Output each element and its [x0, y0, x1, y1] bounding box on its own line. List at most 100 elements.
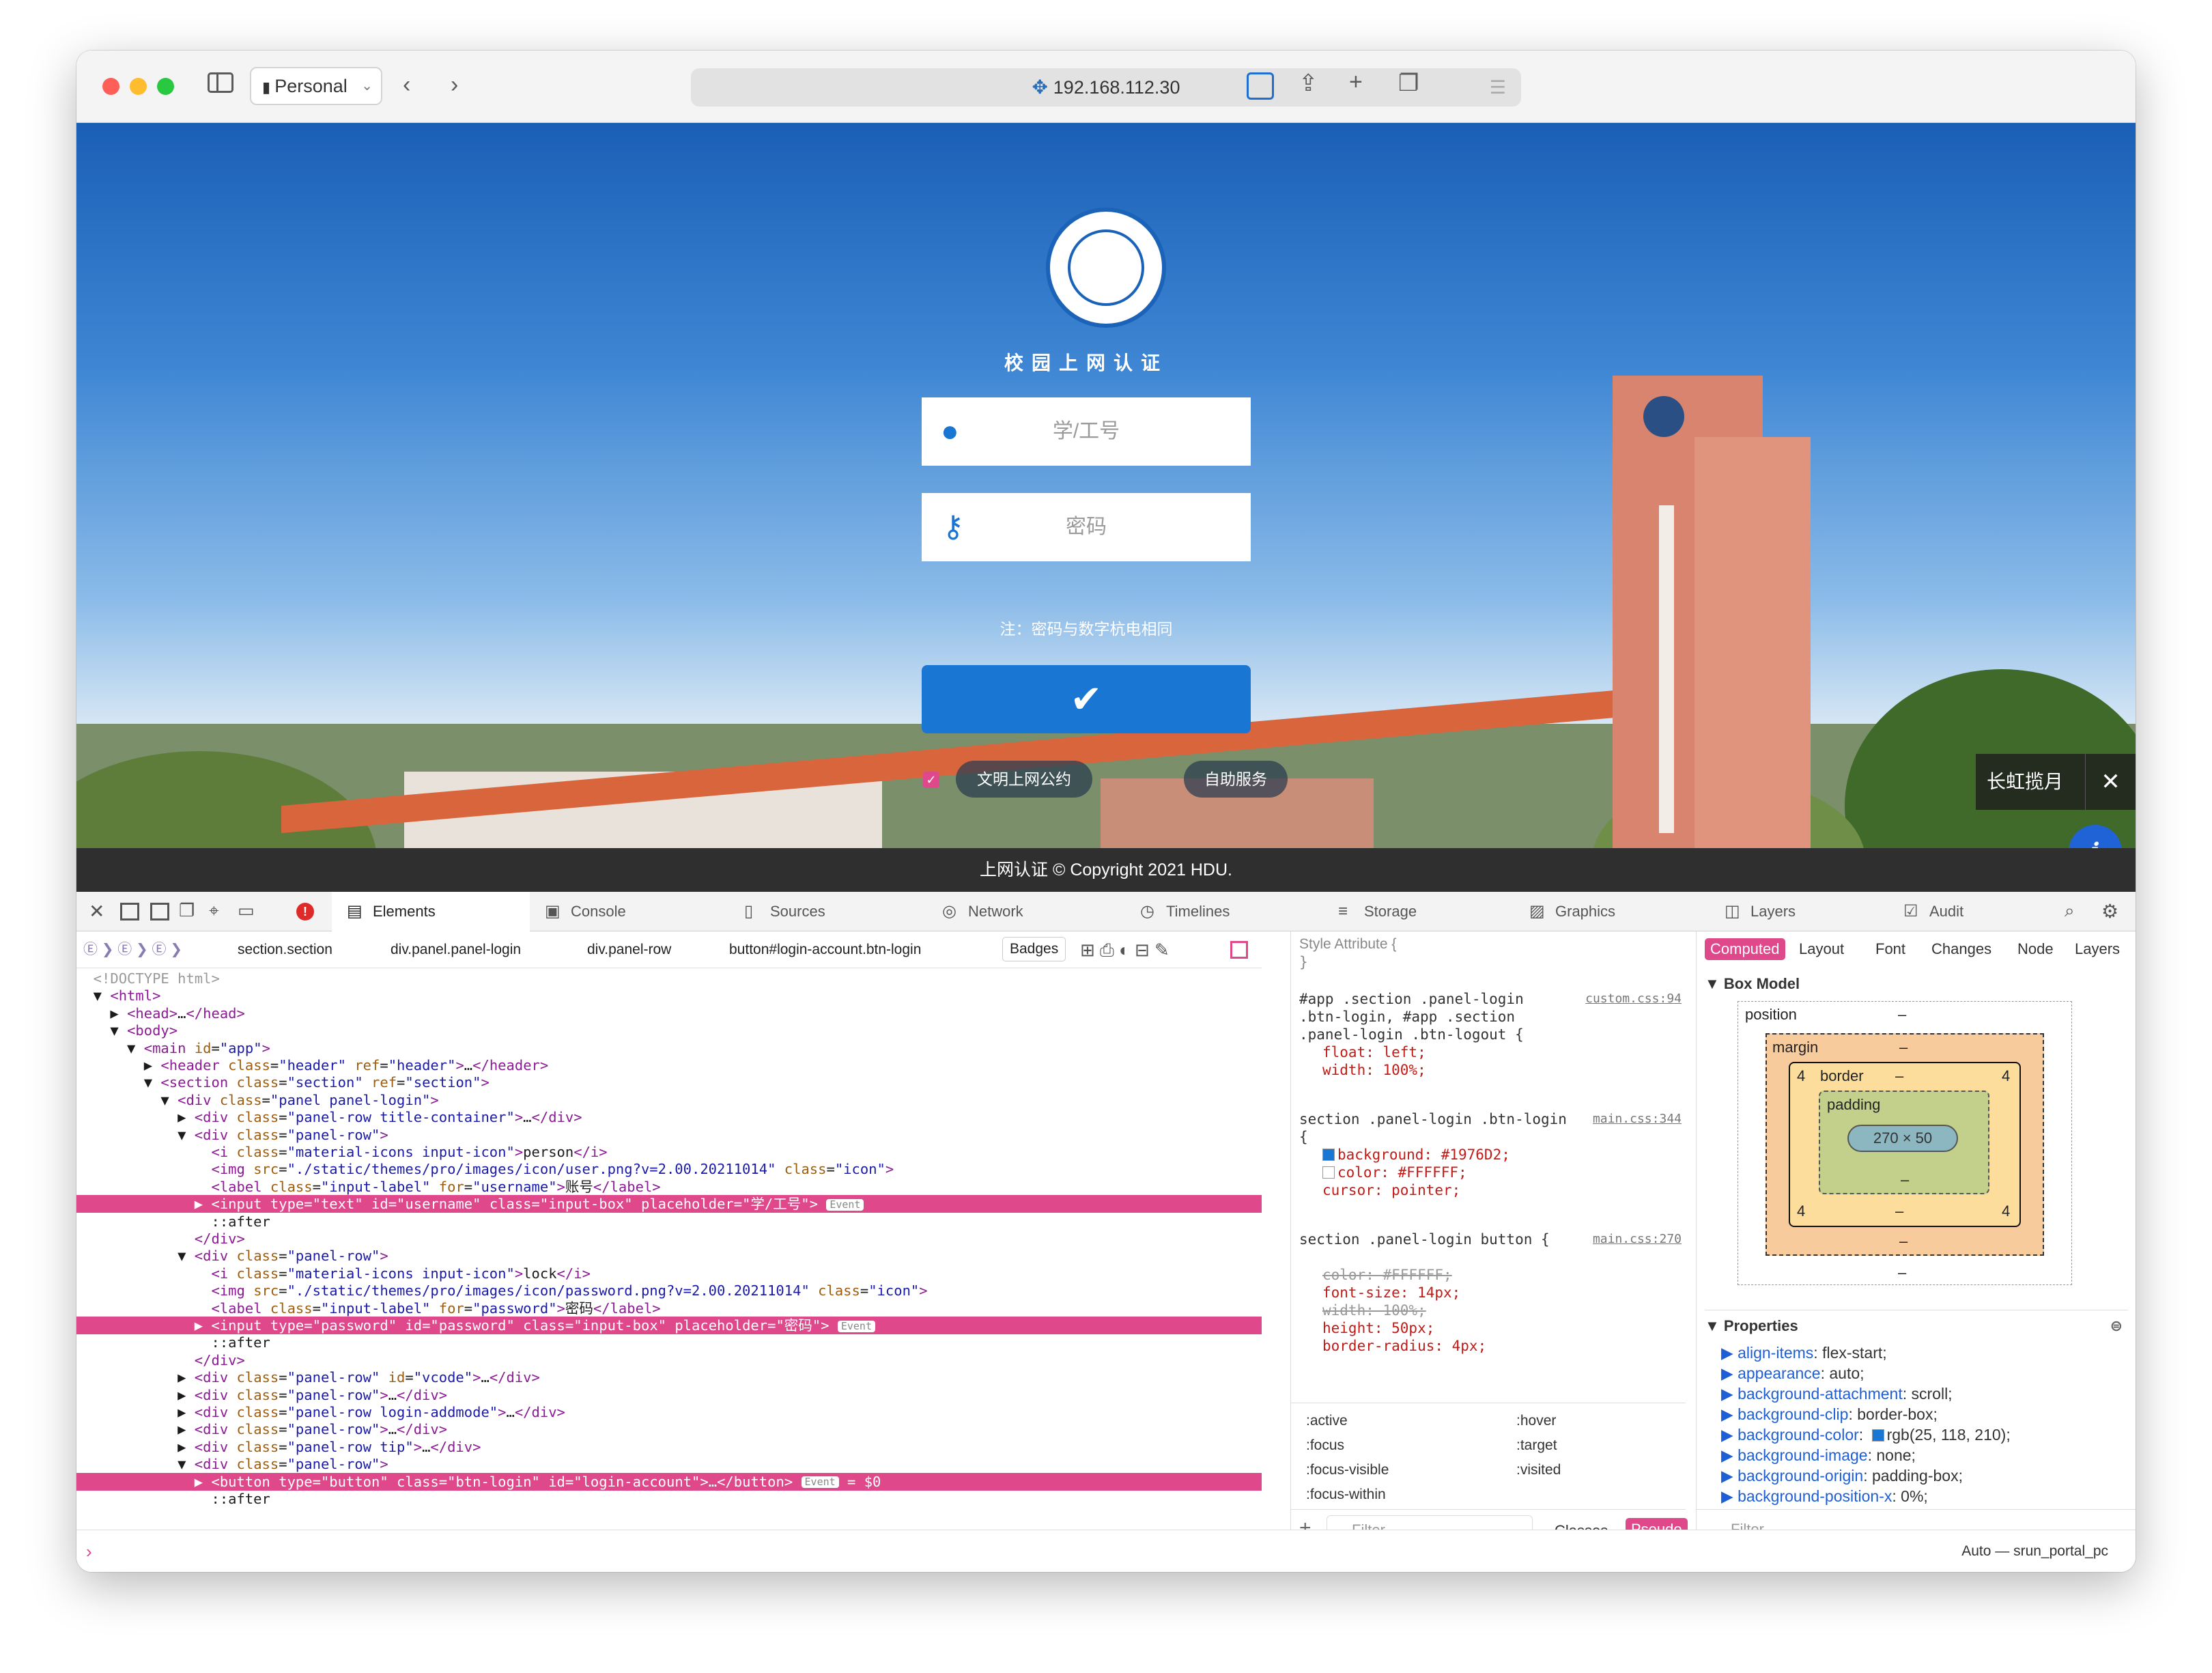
extension-icon[interactable]	[1247, 72, 1274, 100]
computed-property[interactable]: ▶ background-attachment: scroll;	[1721, 1383, 1953, 1404]
tab-console[interactable]: ▣ Console	[530, 892, 729, 931]
pseudo-active[interactable]: :active	[1306, 1413, 1348, 1429]
color-swatch[interactable]	[1322, 1166, 1335, 1179]
dom-node-line[interactable]: ::after	[76, 1213, 1262, 1231]
sidebar-toggle-icon[interactable]	[1230, 941, 1248, 959]
dom-node-line[interactable]: ▶ <header class="header" ref="header">…<…	[76, 1056, 1262, 1074]
computed-property[interactable]: ▶ align-items: flex-start;	[1721, 1342, 1887, 1363]
computed-property[interactable]: ▶ background-origin: padding-box;	[1721, 1465, 1963, 1486]
search-icon[interactable]: ⌕	[2065, 900, 2075, 922]
dom-node-line[interactable]: ▶ <div class="panel-row">…</div>	[76, 1420, 1262, 1438]
tab-storage[interactable]: ≡ Storage	[1323, 892, 1514, 931]
new-tab-icon[interactable]: +	[1349, 68, 1363, 96]
close-window-button[interactable]	[102, 78, 119, 95]
color-swatch[interactable]	[1322, 1149, 1335, 1161]
breadcrumb-item-section[interactable]: section.section	[238, 931, 332, 968]
dock-side-icon[interactable]	[150, 903, 169, 920]
tab-graphics[interactable]: ▨ Graphics	[1514, 892, 1710, 931]
profile-selector[interactable]: ▮ Personal ⌄	[250, 67, 382, 105]
breadcrumb-item-login-button[interactable]: button#login-account.btn-login	[729, 931, 921, 968]
tab-layers-side[interactable]: Layers	[2075, 938, 2120, 960]
tab-timelines[interactable]: ◷ Timelines	[1125, 892, 1323, 931]
forward-icon[interactable]: ›	[451, 71, 458, 98]
computed-property[interactable]: ▶ appearance: auto;	[1721, 1363, 1864, 1383]
layout-tools-icon[interactable]: ⊞ ⎙ ◐ ⊟ ✎	[1080, 931, 1169, 968]
tab-layout[interactable]: Layout	[1799, 938, 1844, 960]
rule-3-prop-3[interactable]: width: 100%;	[1322, 1302, 1705, 1319]
dom-node-line[interactable]: ▶ <div class="panel-row" id="vcode">…</d…	[76, 1368, 1262, 1386]
close-inspector-icon[interactable]: ✕	[89, 900, 104, 923]
dock-bottom-icon[interactable]	[120, 903, 139, 920]
color-swatch[interactable]	[1871, 1429, 1884, 1442]
pseudo-focus-within[interactable]: :focus-within	[1306, 1487, 1386, 1503]
execution-context-selector[interactable]: Auto — srun_portal_pc	[1961, 1530, 2108, 1572]
event-badge[interactable]: Event	[826, 1198, 864, 1211]
dom-node-line[interactable]: ▼ <div class="panel-row">	[76, 1247, 1262, 1265]
settings-gear-icon[interactable]: ⚙	[2101, 900, 2118, 923]
dom-node-line[interactable]: <img src="./static/themes/pro/images/ico…	[76, 1160, 1262, 1178]
badges-button[interactable]: Badges	[1002, 937, 1066, 961]
rule-2-prop-2[interactable]: color: #FFFFFF;	[1322, 1164, 1705, 1181]
dom-tree[interactable]: <!DOCTYPE html> ▼ <html> ▶ <head>…</head…	[76, 968, 1264, 1515]
rule-2-prop-3[interactable]: cursor: pointer;	[1322, 1181, 1705, 1199]
computed-property[interactable]: ▶ background-color: rgb(25, 118, 210);	[1721, 1424, 2011, 1445]
tab-layers[interactable]: ◫ Layers	[1710, 892, 1888, 931]
filter-list-icon[interactable]: ⊜	[2110, 1317, 2123, 1335]
username-input[interactable]: ● 学/工号	[922, 397, 1251, 466]
back-icon[interactable]: ‹	[403, 71, 410, 98]
properties-header[interactable]: ▼ Properties ⊜	[1705, 1310, 2128, 1335]
dom-node-line[interactable]: ▼ <main id="app">	[76, 1039, 1262, 1057]
dom-node-line[interactable]: ▶ <input type="text" id="username" class…	[76, 1195, 1262, 1213]
dom-node-line[interactable]: ▶ <div class="panel-row login-addmode">……	[76, 1403, 1262, 1421]
self-service-link[interactable]: 自助服务	[1184, 761, 1288, 798]
rule-3-prop-1[interactable]: color: #FFFFFF;	[1322, 1266, 1705, 1284]
pseudo-visited[interactable]: :visited	[1516, 1462, 1561, 1478]
rule-1-prop-1[interactable]: float: left;	[1322, 1043, 1705, 1061]
breadcrumb-item-panel-login[interactable]: div.panel.panel-login	[391, 931, 521, 968]
reader-icon[interactable]: ☰	[1490, 68, 1506, 107]
password-input[interactable]: ⚷ 密码	[922, 493, 1251, 561]
dom-node-line[interactable]: <!DOCTYPE html>	[76, 970, 1262, 987]
dom-node-line[interactable]: ▼ <body>	[76, 1022, 1262, 1039]
tab-sources[interactable]: ▯ Sources	[729, 892, 927, 931]
dom-node-line[interactable]: <label class="input-label" for="username…	[76, 1178, 1262, 1196]
rule-3-prop-4[interactable]: height: 50px;	[1322, 1319, 1705, 1337]
agreement-checkbox[interactable]: ✓	[923, 772, 939, 788]
pseudo-target[interactable]: :target	[1516, 1437, 1557, 1454]
tab-computed[interactable]: Computed	[1705, 938, 1785, 960]
dom-node-line[interactable]: ▶ <div class="panel-row">…</div>	[76, 1386, 1262, 1404]
dom-node-line[interactable]: </div>	[76, 1351, 1262, 1369]
dom-node-line[interactable]: ▶ <div class="panel-row title-container"…	[76, 1108, 1262, 1126]
tab-network[interactable]: ◎ Network	[927, 892, 1125, 931]
music-player[interactable]: 长虹揽月 ✕	[1976, 754, 2136, 810]
dom-node-line[interactable]: ▼ <div class="panel-row">	[76, 1126, 1262, 1144]
tab-node[interactable]: Node	[2017, 938, 2054, 960]
computed-property[interactable]: ▶ background-position-x: 0%;	[1721, 1486, 1928, 1506]
dom-node-line[interactable]: <i class="material-icons input-icon">per…	[76, 1143, 1262, 1161]
dom-node-line[interactable]: <label class="input-label" for="password…	[76, 1299, 1262, 1317]
dom-node-line[interactable]: ▼ <div class="panel-row">	[76, 1455, 1262, 1473]
pseudo-hover[interactable]: :hover	[1516, 1413, 1556, 1429]
dom-node-line[interactable]: ▼ <html>	[76, 987, 1262, 1004]
dom-node-line[interactable]: ::after	[76, 1334, 1262, 1351]
rule-1-prop-2[interactable]: width: 100%;	[1322, 1061, 1705, 1079]
rule-3-prop-5[interactable]: border-radius: 4px;	[1322, 1337, 1705, 1355]
style-attribute[interactable]: Style Attribute {	[1299, 936, 1682, 953]
dom-node-line[interactable]: ▼ <div class="panel panel-login">	[76, 1091, 1262, 1109]
breadcrumb-element-icon[interactable]: Ⓔ ❯ Ⓔ ❯ Ⓔ ❯	[83, 931, 182, 968]
dom-node-line[interactable]: <i class="material-icons input-icon">loc…	[76, 1265, 1262, 1282]
tab-elements[interactable]: ▤ Elements	[332, 892, 530, 931]
music-close-icon[interactable]: ✕	[2085, 754, 2136, 810]
dom-node-line[interactable]: </div>	[76, 1230, 1262, 1248]
detach-icon[interactable]: ❐	[179, 900, 195, 921]
login-button[interactable]: ✔	[922, 665, 1251, 733]
sidebar-toggle-icon[interactable]	[208, 72, 233, 93]
computed-property[interactable]: ▶ background-clip: border-box;	[1721, 1404, 1938, 1424]
rule-2-prop-1[interactable]: background: #1976D2;	[1322, 1146, 1705, 1164]
agreement-link[interactable]: 文明上网公约	[956, 761, 1092, 798]
dom-node-line[interactable]: ▶ <head>…</head>	[76, 1004, 1262, 1022]
tab-audit[interactable]: ☑ Audit	[1888, 892, 2052, 931]
dom-node-line[interactable]: ▶ <button type="button" class="btn-login…	[76, 1472, 1262, 1491]
event-badge[interactable]: Event	[837, 1320, 875, 1332]
event-badge[interactable]: Event	[801, 1476, 839, 1489]
